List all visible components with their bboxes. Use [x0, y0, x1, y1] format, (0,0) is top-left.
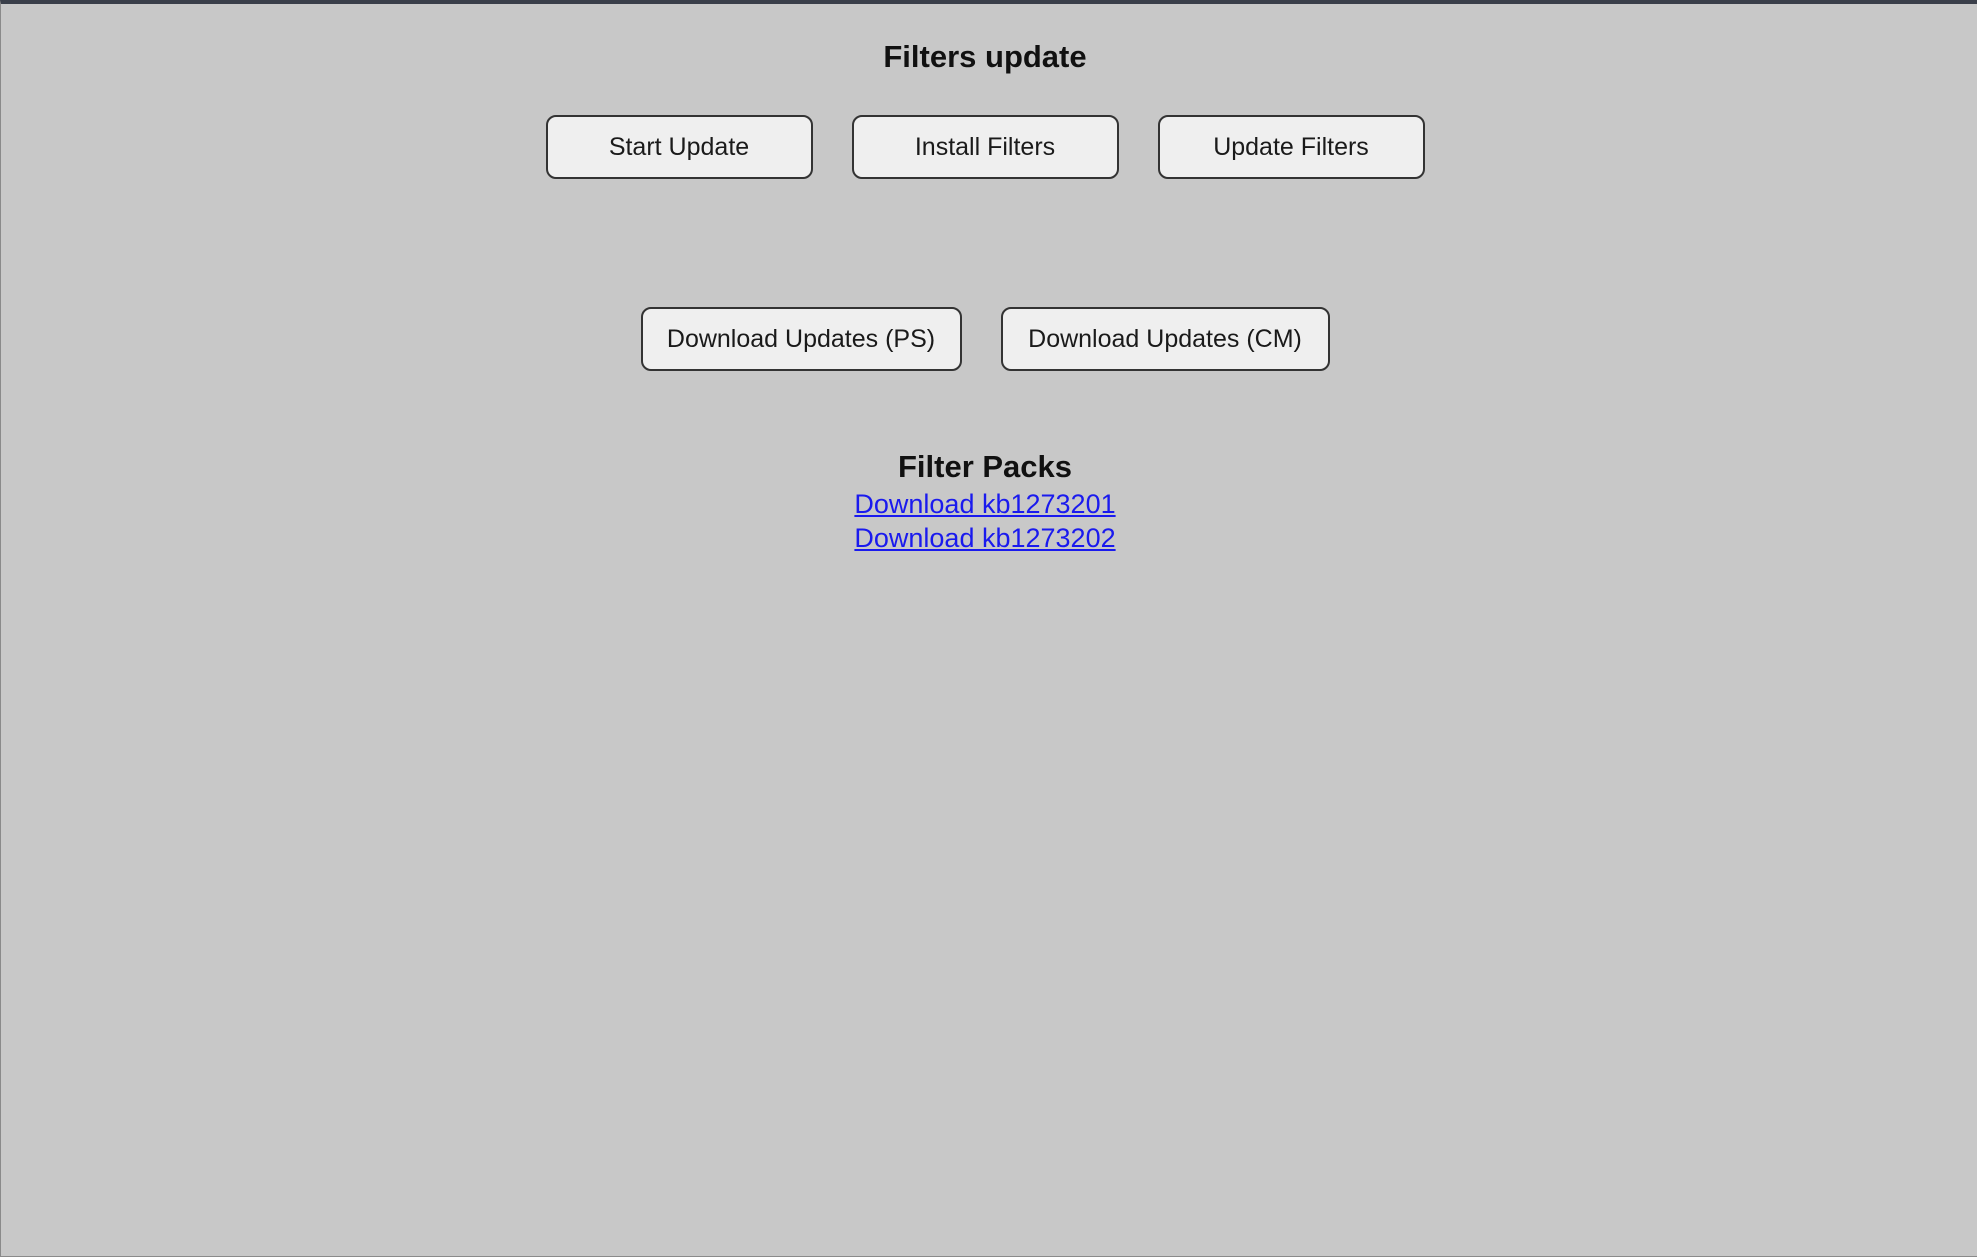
download-kb1273201-link[interactable]: Download kb1273201	[854, 487, 1115, 521]
primary-actions: Start Update Install Filters Update Filt…	[1, 115, 1969, 179]
filter-packs-heading: Filter Packs	[897, 449, 1073, 484]
update-filters-button[interactable]: Update Filters	[1157, 115, 1425, 179]
install-filters-button[interactable]: Install Filters	[851, 115, 1119, 179]
window-frame: Filters update Start Update Install Filt…	[0, 0, 1977, 1257]
filter-packs-list: Download kb1273201 Download kb1273202	[1, 487, 1969, 555]
download-actions: Download Updates (PS) Download Updates (…	[1, 307, 1969, 371]
download-updates-cm-button[interactable]: Download Updates (CM)	[1000, 307, 1330, 371]
page-title: Filters update	[883, 39, 1087, 74]
start-update-button[interactable]: Start Update	[545, 115, 813, 179]
download-kb1273202-link[interactable]: Download kb1273202	[854, 521, 1115, 555]
download-updates-ps-button[interactable]: Download Updates (PS)	[640, 307, 962, 371]
